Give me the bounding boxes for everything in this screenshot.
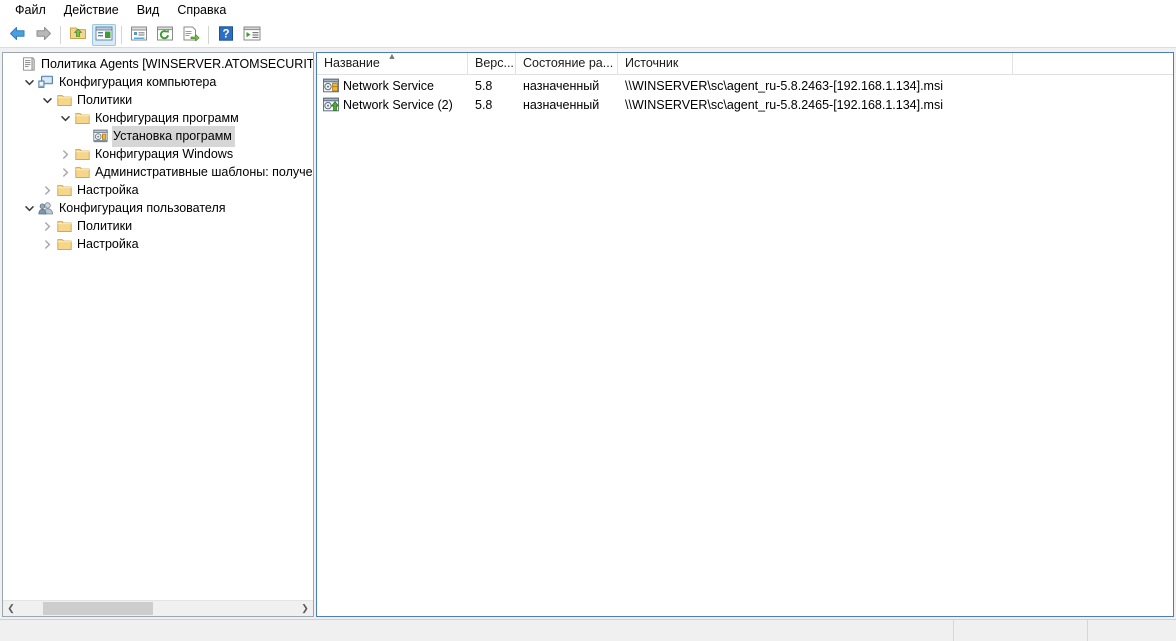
column-header-filler [1013,53,1173,75]
toolbar-properties-button[interactable] [127,24,151,46]
twist-spacer [3,55,19,73]
table-row[interactable]: Network Service 5.8 назначенный \\WINSERVER… [317,76,1173,95]
scroll-thumb[interactable] [43,602,153,615]
svg-text:?: ? [222,28,229,40]
cell-version: 5.8 [475,97,493,112]
tree-item-software-installation[interactable]: Установка программ [3,125,313,147]
toolbar-show-action-pane-button[interactable] [240,24,264,46]
mmc-window: Файл Действие Вид Справка ? Политика Age… [0,0,1176,641]
menu-bar: Файл Действие Вид Справка [0,0,1176,22]
chevron-right-icon[interactable] [39,235,55,253]
cell-deployment-state: назначенный [523,78,600,93]
tree-item-policy-root[interactable]: Политика Agents [WINSERVER.ATOMSECURITY.… [3,55,313,73]
toolbar: ? [0,22,1176,48]
chevron-right-icon[interactable] [39,181,55,199]
tree-item-software-settings[interactable]: Конфигурация программ [3,109,313,127]
chevron-down-icon[interactable] [21,199,37,217]
toolbar-help-button[interactable]: ? [214,24,238,46]
cell-source: \\WINSERVER\sc\agent_ru-5.8.2463-[192.16… [625,78,943,93]
cell-name: Network Service [317,78,468,94]
msi-package-upgrade-icon [323,97,339,113]
package-name-label: Network Service (2) [343,97,453,112]
show-console-tree-icon [95,26,113,44]
chevron-right-icon[interactable] [57,163,73,181]
back-arrow-icon [9,26,26,44]
show-action-pane-icon [243,26,261,44]
toolbar-separator-1 [60,25,61,44]
tree-item-user-configuration[interactable]: Конфигурация пользователя [3,199,313,217]
column-header-source[interactable]: Источник [618,53,1013,75]
column-header-version[interactable]: Верс... [468,53,516,75]
package-name-label: Network Service [343,78,434,93]
tree-item-user-preferences[interactable]: Настройка [3,235,313,253]
folder-icon [73,146,91,162]
toolbar-separator-2 [121,25,122,44]
tree-item-user-policies[interactable]: Политики [3,217,313,235]
list-rows: Network Service 5.8 назначенный \\WINSERVER… [317,75,1173,114]
scroll-left-icon[interactable]: ❮ [3,601,19,616]
tree-item-label: Настройка [77,236,139,251]
menu-action[interactable]: Действие [55,1,128,21]
sort-ascending-icon: ▲ [387,53,397,61]
export-list-icon [182,26,200,44]
chevron-down-icon[interactable] [57,109,73,127]
column-header-name[interactable]: Название ▲ [317,53,468,75]
console-tree: Политика Agents [WINSERVER.ATOMSECURITY.… [3,53,313,253]
cell-deployment-state: назначенный [523,97,600,112]
chevron-right-icon[interactable] [57,145,73,163]
package-icon [91,128,109,144]
toolbar-refresh-button[interactable] [153,24,177,46]
toolbar-back-button[interactable] [5,24,29,46]
folder-icon [55,218,73,234]
folder-icon [73,164,91,180]
policy-icon [19,56,37,72]
toolbar-forward-button[interactable] [31,24,55,46]
user-icon [37,200,55,216]
cell-source: \\WINSERVER\sc\agent_ru-5.8.2465-[192.16… [625,97,943,112]
help-icon: ? [218,25,234,44]
list-column-headers: Название ▲ Верс... Состояние ра... Источ… [317,53,1173,75]
chevron-right-icon[interactable] [39,217,55,235]
tree-item-computer-preferences[interactable]: Настройка [3,181,313,199]
chevron-down-icon[interactable] [21,73,37,91]
scroll-right-icon[interactable]: ❯ [297,601,313,616]
msi-package-assigned-icon [323,78,339,94]
scroll-track[interactable] [19,601,297,616]
column-header-deployment-state[interactable]: Состояние ра... [516,53,618,75]
status-bar-message [0,620,954,641]
status-bar [0,619,1176,641]
menu-view[interactable]: Вид [128,1,169,21]
forward-arrow-icon [35,26,52,44]
results-list-pane: Название ▲ Верс... Состояние ра... Источ… [316,52,1174,617]
properties-icon [130,26,148,44]
computer-icon [37,74,55,90]
refresh-icon [156,26,174,44]
toolbar-export-list-button[interactable] [179,24,203,46]
tree-item-computer-policies[interactable]: Политики [3,91,313,109]
tree-item-windows-settings[interactable]: Конфигурация Windows [3,145,313,163]
folder-icon [55,236,73,252]
status-bar-cell-3 [1088,620,1176,641]
folder-icon [73,110,91,126]
tree-horizontal-scrollbar[interactable]: ❮ ❯ [3,600,313,616]
chevron-down-icon[interactable] [39,91,55,109]
menu-file[interactable]: Файл [6,1,55,21]
tree-item-administrative-templates[interactable]: Административные шаблоны: получены [3,163,313,181]
toolbar-up-one-level-button[interactable] [66,24,90,46]
toolbar-show-console-tree-button[interactable] [92,23,116,46]
console-tree-scroll-area: Политика Agents [WINSERVER.ATOMSECURITY.… [3,53,313,599]
up-folder-icon [69,25,87,44]
toolbar-separator-3 [208,25,209,44]
table-row[interactable]: Network Service (2) 5.8 назначенный \\WINSE… [317,95,1173,114]
cell-version: 5.8 [475,78,493,93]
cell-name: Network Service (2) [317,97,468,113]
console-tree-pane: Политика Agents [WINSERVER.ATOMSECURITY.… [2,52,314,617]
menu-help[interactable]: Справка [168,1,235,21]
twist-spacer [75,127,91,145]
tree-item-computer-configuration[interactable]: Конфигурация компьютера [3,73,313,91]
status-bar-cell-2 [954,620,1088,641]
folder-icon [55,182,73,198]
folder-icon [55,92,73,108]
